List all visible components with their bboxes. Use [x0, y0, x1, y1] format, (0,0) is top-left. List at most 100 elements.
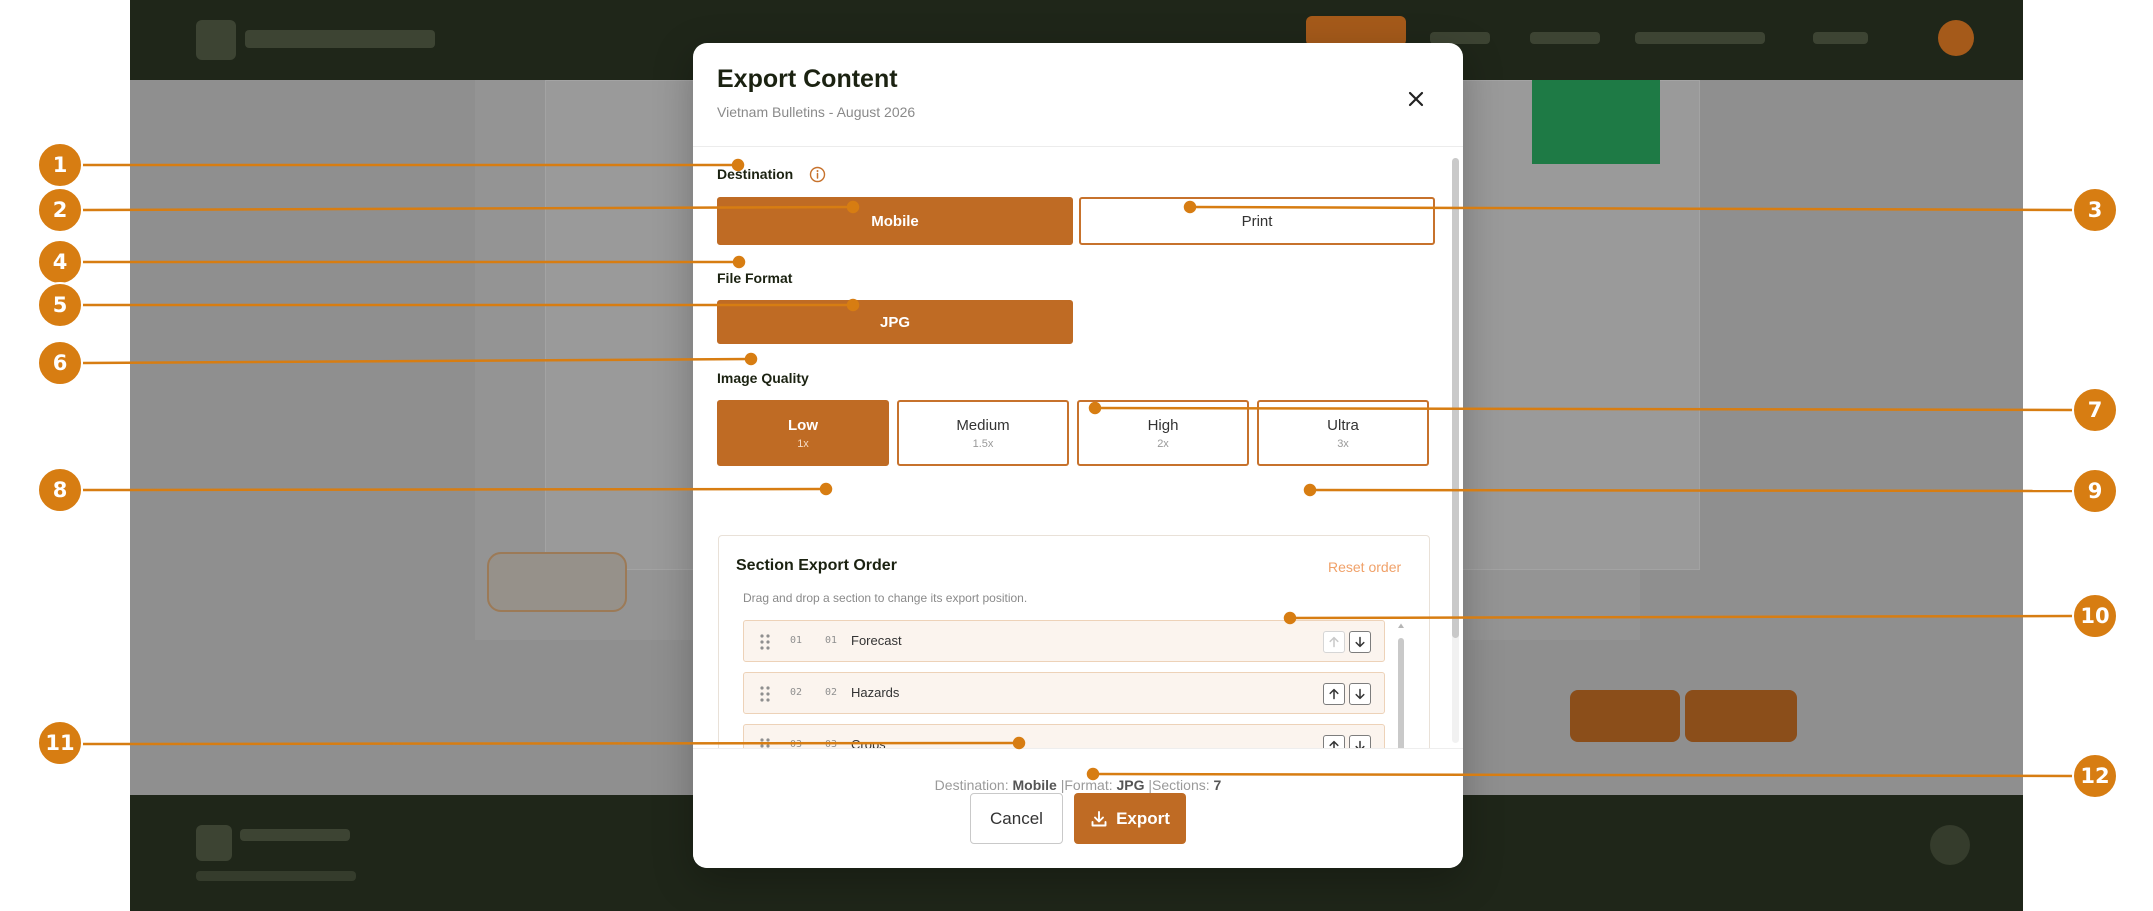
section-order-panel: Section Export Order Reset order Drag an… [718, 535, 1430, 748]
close-button[interactable] [1400, 83, 1432, 115]
background-footer-text [240, 829, 350, 841]
summary-format-label: Format: [1064, 777, 1113, 793]
export-summary: Destination: Mobile |Format: JPG |Sectio… [693, 777, 1463, 793]
annotation-badge: 9 [2072, 468, 2118, 514]
drag-handle-icon[interactable] [759, 685, 771, 703]
annotation-badge: 1 [37, 142, 83, 188]
arrow-down-icon [1355, 740, 1365, 748]
section-row[interactable]: 03 03 Crops [743, 724, 1385, 748]
section-row[interactable]: 02 02 Hazards [743, 672, 1385, 714]
destination-label: Destination [717, 166, 794, 182]
quality-ultra-button[interactable]: Ultra 3x [1257, 400, 1429, 466]
background-thumbnail [1532, 80, 1660, 164]
section-name: Hazards [851, 685, 900, 700]
section-index: 01 [825, 635, 838, 646]
quality-low-button[interactable]: Low 1x [717, 400, 889, 466]
move-up-button[interactable] [1323, 631, 1345, 653]
background-footer-logo [196, 825, 232, 861]
quality-medium-button[interactable]: Medium 1.5x [897, 400, 1069, 466]
quality-ultra-multiplier: 3x [1337, 437, 1349, 450]
quality-high-button[interactable]: High 2x [1077, 400, 1249, 466]
file-format-label: File Format [717, 270, 793, 286]
quality-medium-multiplier: 1.5x [972, 437, 994, 450]
summary-sections-label: Sections: [1152, 777, 1210, 793]
arrow-up-icon [1329, 688, 1339, 700]
move-up-button[interactable] [1323, 735, 1345, 748]
annotation-badge: 10 [2072, 593, 2118, 639]
move-down-button[interactable] [1349, 631, 1371, 653]
drag-handle-icon[interactable] [759, 737, 771, 748]
background-nav-item [1530, 32, 1600, 44]
quality-low-multiplier: 1x [797, 437, 809, 450]
background-footer-text [196, 871, 356, 881]
arrow-down-icon [1355, 688, 1365, 700]
modal-title: Export Content [717, 65, 898, 93]
summary-sections-value: 7 [1213, 777, 1222, 793]
quality-high-multiplier: 2x [1157, 437, 1169, 450]
export-button[interactable]: Export [1074, 793, 1186, 844]
modal-subtitle: Vietnam Bulletins - August 2026 [717, 104, 916, 120]
download-icon [1091, 810, 1107, 826]
arrow-down-icon [1355, 636, 1365, 648]
annotation-badge: 5 [37, 282, 83, 328]
quality-high-label: High [1147, 416, 1179, 434]
section-list-scroll-thumb[interactable] [1398, 638, 1404, 748]
quality-medium-label: Medium [956, 416, 1010, 434]
destination-print-button[interactable]: Print [1079, 197, 1435, 245]
section-index: 02 [825, 687, 838, 698]
background-nav-item [1635, 32, 1765, 44]
summary-format-value: JPG [1116, 777, 1145, 793]
annotation-badge: 8 [37, 467, 83, 513]
annotation-badge: 4 [37, 239, 83, 285]
section-order-hint: Drag and drop a section to change its ex… [743, 591, 1028, 605]
destination-mobile-button[interactable]: Mobile [717, 197, 1073, 245]
summary-destination-value: Mobile [1012, 777, 1057, 793]
annotation-badge: 12 [2072, 753, 2118, 799]
drag-handle-icon[interactable] [759, 633, 771, 651]
reset-order-link[interactable]: Reset order [1328, 559, 1401, 575]
modal-header: Export Content Vietnam Bulletins - Augus… [693, 43, 1463, 147]
annotation-badge: 2 [37, 187, 83, 233]
background-avatar [1938, 20, 1974, 56]
section-position: 02 [790, 687, 803, 698]
annotation-badge: 3 [2072, 187, 2118, 233]
section-index: 03 [825, 739, 838, 748]
section-order-title: Section Export Order [736, 557, 897, 574]
background-button [1570, 690, 1680, 742]
quality-ultra-label: Ultra [1327, 416, 1359, 434]
move-down-button[interactable] [1349, 735, 1371, 748]
section-position: 01 [790, 635, 803, 646]
format-jpg-button[interactable]: JPG [717, 300, 1073, 344]
modal-scrollbar[interactable] [1452, 158, 1459, 743]
section-row[interactable]: 01 01 Forecast [743, 620, 1385, 662]
move-down-button[interactable] [1349, 683, 1371, 705]
destination-print-label: Print [1241, 212, 1273, 230]
image-quality-label: Image Quality [717, 370, 809, 386]
export-modal: Export Content Vietnam Bulletins - Augus… [693, 43, 1463, 868]
modal-scroll-thumb[interactable] [1452, 158, 1459, 638]
section-list-scrollbar[interactable] [1397, 622, 1405, 748]
section-position: 03 [790, 739, 803, 748]
format-jpg-label: JPG [879, 313, 910, 331]
arrow-up-icon [1329, 636, 1339, 648]
summary-destination-label: Destination: [934, 777, 1009, 793]
info-icon[interactable] [809, 166, 826, 183]
modal-body: Destination Mobile Print File Format JPG… [693, 148, 1463, 748]
cancel-button[interactable]: Cancel [970, 793, 1063, 844]
arrow-up-icon [1329, 740, 1339, 748]
background-nav-item [1813, 32, 1868, 44]
section-order-list: 01 01 Forecast 02 02 Hazards 03 03 Crops [743, 620, 1385, 748]
close-icon [1408, 91, 1424, 107]
screenshot-stage: Export Content Vietnam Bulletins - Augus… [0, 0, 2153, 911]
scroll-up-icon [1398, 623, 1404, 628]
background-nav-cta [1306, 16, 1406, 46]
annotation-badge: 11 [37, 720, 83, 766]
background-logo [196, 20, 236, 60]
quality-low-label: Low [788, 416, 818, 434]
background-pill [487, 552, 627, 612]
background-footer-icon [1930, 825, 1970, 865]
background-button [1685, 690, 1797, 742]
section-name: Forecast [851, 633, 902, 648]
section-name: Crops [851, 737, 886, 748]
move-up-button[interactable] [1323, 683, 1345, 705]
